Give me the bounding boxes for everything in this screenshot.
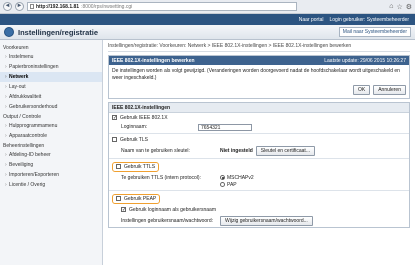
sidebar-item-print-quality[interactable]: Afdrukkwaliteit <box>0 92 102 102</box>
mail-admin-link[interactable]: Mail naar Systeembeheerder <box>338 27 411 37</box>
sidebar-item-user-maintenance[interactable]: Gebruikersonderhoud <box>0 102 102 112</box>
forward-icon[interactable]: ► <box>15 2 24 11</box>
sidebar-item-paper-source[interactable]: Papierbroninstellingen <box>0 62 102 72</box>
ok-button[interactable]: OK <box>352 84 371 96</box>
edit-panel: IEEE 802.1X-instellingen bewerken Laatst… <box>108 55 410 100</box>
url-host: http://192.168.1.81 <box>36 3 80 10</box>
home-icon[interactable]: ⌂ <box>389 3 393 11</box>
sidebar-category-management: Beheerinstellingen <box>3 143 45 149</box>
settings-icon <box>4 27 14 37</box>
key-name-value: Niet ingesteld <box>220 147 253 154</box>
page-title: Instellingen/registratie <box>18 27 99 37</box>
ieee-settings-panel: IEEE 802.1X-instellingen ✓ Gebruik IEEE … <box>108 102 410 229</box>
page-icon <box>30 4 34 9</box>
key-name-label: Naam van te gebruiken sleutel: <box>121 147 190 154</box>
login-name-input[interactable]: 7654321 <box>198 123 252 131</box>
cancel-button[interactable]: Annuleren <box>373 84 406 96</box>
star-icon[interactable]: ☆ <box>396 3 402 11</box>
section-title: IEEE 802.1X-instellingen <box>109 103 409 114</box>
sidebar-category-preferences: Voorkeuren <box>3 45 29 51</box>
peap-highlight: Gebruik PEAP <box>112 193 161 204</box>
sidebar-item-setup[interactable]: Instelmenu <box>0 52 102 62</box>
browser-toolbar: ◄ ► http://192.168.1.81:8000/rps/nwsetti… <box>0 0 415 14</box>
use-ieee-checkbox[interactable]: ✓ <box>112 115 117 121</box>
use-tls-checkbox[interactable] <box>112 137 117 143</box>
use-ttls-label: Gebruik TTLS <box>124 163 156 170</box>
sidebar-item-network[interactable]: Netwerk <box>0 72 102 82</box>
sidebar-item-license[interactable]: Licentie / Overig <box>0 180 102 190</box>
use-ieee-label: Gebruik IEEE 802.1X <box>120 114 168 121</box>
use-peap-label: Gebruik PEAP <box>124 195 157 202</box>
gear-icon[interactable]: ⚙ <box>406 3 412 11</box>
page-header: Instellingen/registratie Mail naar Syste… <box>0 25 415 40</box>
main-content: Instellingen/registratie: Voorkeuren: Ne… <box>103 40 415 265</box>
login-name-label: Loginnaam: <box>121 124 148 131</box>
sidebar-item-security[interactable]: Beveiliging <box>0 160 102 170</box>
ttls-highlight: Gebruik TTLS <box>112 161 160 172</box>
mschapv2-radio[interactable] <box>220 175 225 181</box>
sidebar-item-device-control[interactable]: Apparaatcontrole <box>0 131 102 141</box>
portal-link[interactable]: Naar portal <box>299 17 324 23</box>
user-pw-label: Instellingen gebruikersnaam/wachtwoord: <box>121 217 213 224</box>
back-icon[interactable]: ◄ <box>3 2 12 11</box>
use-tls-label: Gebruik TLS <box>120 136 148 143</box>
address-bar[interactable]: http://192.168.1.81:8000/rps/nwsetting.c… <box>27 2 297 11</box>
use-peap-checkbox[interactable] <box>116 196 121 202</box>
use-login-as-user-checkbox[interactable]: ✓ <box>121 207 126 213</box>
mschapv2-label: MSCHAPv2 <box>227 174 254 181</box>
portal-bar: Naar portal Login gebruiker: Systeembehe… <box>0 14 415 25</box>
key-certificate-button[interactable]: Sleutel en certificaat... <box>255 145 315 156</box>
info-message: De instellingen worden als volgt gewijzi… <box>112 68 400 81</box>
ttls-protocol-label: Te gebruiken TTLS (intern protocol): <box>121 174 201 181</box>
sidebar-item-import-export[interactable]: Importeren/Exporteren <box>0 170 102 180</box>
use-ttls-checkbox[interactable] <box>116 164 121 170</box>
last-update: Laatste update: 29/06 2015 10:26:27 <box>324 57 406 64</box>
breadcrumb: Instellingen/registratie: Voorkeuren: Ne… <box>108 43 410 52</box>
sidebar-item-layout[interactable]: Lay-out <box>0 82 102 92</box>
panel-title: IEEE 802.1X-instellingen bewerken <box>112 57 195 64</box>
change-user-pw-button[interactable]: Wijzig gebruikersnaam/wachtwoord... <box>220 215 313 226</box>
url-path: :8000/rps/nwsetting.cgi <box>81 3 133 10</box>
pap-label: PAP <box>227 181 237 188</box>
login-user-link[interactable]: Login gebruiker: Systeembeheerder <box>330 17 410 23</box>
pap-radio[interactable] <box>220 182 225 188</box>
sidebar-item-utility[interactable]: Hulpprogrammamenu <box>0 121 102 131</box>
sidebar: Voorkeuren Instelmenu Papierbroninstelli… <box>0 40 103 265</box>
use-login-as-user-label: Gebruik loginnaam als gebruikersnaam <box>129 206 216 213</box>
sidebar-category-output: Output / Controle <box>3 114 42 120</box>
sidebar-item-department-id[interactable]: Afdeling-ID beheer <box>0 150 102 160</box>
